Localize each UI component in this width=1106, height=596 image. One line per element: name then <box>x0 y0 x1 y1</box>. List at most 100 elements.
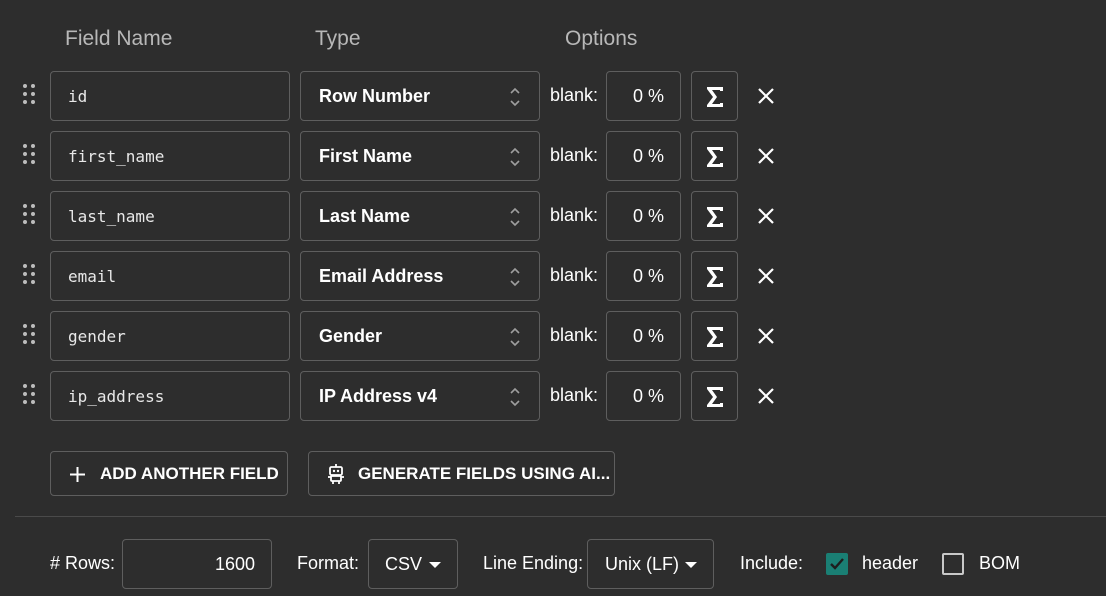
blank-percent-value: 0 % <box>632 386 664 406</box>
field-type-select[interactable]: IP Address v4 <box>300 371 540 421</box>
add-another-field-label: ADD ANOTHER FIELD <box>100 464 279 483</box>
column-header-type: Type <box>315 27 361 50</box>
field-type-value: Last Name <box>319 206 411 226</box>
rows-count-value: 1600 <box>214 554 255 574</box>
blank-percent-value: 0 % <box>632 326 664 346</box>
formula-button[interactable] <box>691 71 738 121</box>
sigma-icon <box>707 147 723 167</box>
checkmark-icon <box>830 558 844 570</box>
select-arrows-icon <box>510 387 520 407</box>
drag-handle-icon[interactable] <box>23 144 37 166</box>
blank-percent-value: 0 % <box>632 86 664 106</box>
drag-handle-icon[interactable] <box>23 324 37 346</box>
header-checkbox[interactable] <box>826 553 848 575</box>
field-row: email Email Address blank: 0 % <box>0 251 800 301</box>
drag-handle-icon[interactable] <box>23 384 37 406</box>
dropdown-arrow-icon <box>429 562 441 568</box>
field-type-value: First Name <box>319 146 413 166</box>
field-name-input[interactable]: id <box>50 71 290 121</box>
field-type-value: Row Number <box>319 86 431 106</box>
field-type-select[interactable]: Last Name <box>300 191 540 241</box>
formula-button[interactable] <box>691 311 738 361</box>
field-row: ip_address IP Address v4 blank: 0 % <box>0 371 800 421</box>
drag-handle-icon[interactable] <box>23 204 37 226</box>
blank-percent-input[interactable]: 0 % <box>606 131 681 181</box>
remove-field-close-icon[interactable] <box>756 206 776 226</box>
column-header-field-name: Field Name <box>65 27 173 50</box>
sigma-icon <box>707 327 723 347</box>
formula-button[interactable] <box>691 131 738 181</box>
field-type-select[interactable]: Email Address <box>300 251 540 301</box>
section-divider <box>15 516 1106 517</box>
blank-percent-input[interactable]: 0 % <box>606 311 681 361</box>
blank-label: blank: <box>550 265 599 285</box>
field-name-input[interactable]: email <box>50 251 290 301</box>
header-checkbox-label: header <box>862 553 919 573</box>
blank-percent-value: 0 % <box>632 266 664 286</box>
field-type-value: Email Address <box>319 266 444 286</box>
select-arrows-icon <box>510 87 520 107</box>
field-row: id Row Number blank: 0 % <box>0 71 800 121</box>
formula-button[interactable] <box>691 371 738 421</box>
field-row: first_name First Name blank: 0 % <box>0 131 800 181</box>
remove-field-close-icon[interactable] <box>756 266 776 286</box>
select-arrows-icon <box>510 327 520 347</box>
formula-button[interactable] <box>691 251 738 301</box>
field-type-select[interactable]: Gender <box>300 311 540 361</box>
rows-label: # Rows: <box>50 553 116 573</box>
field-row: last_name Last Name blank: 0 % <box>0 191 800 241</box>
rows-count-input[interactable]: 1600 <box>122 539 272 589</box>
blank-percent-input[interactable]: 0 % <box>606 251 681 301</box>
blank-label: blank: <box>550 145 599 165</box>
field-type-select[interactable]: Row Number <box>300 71 540 121</box>
line-ending-dropdown[interactable]: Unix (LF) <box>587 539 714 589</box>
field-type-value: Gender <box>319 326 383 346</box>
bom-checkbox[interactable] <box>942 553 964 575</box>
field-name-input[interactable]: gender <box>50 311 290 361</box>
field-name-value: last_name <box>68 207 155 226</box>
blank-percent-value: 0 % <box>632 206 664 226</box>
blank-label: blank: <box>550 205 599 225</box>
remove-field-close-icon[interactable] <box>756 86 776 106</box>
line-ending-label: Line Ending: <box>483 553 584 573</box>
field-name-value: id <box>68 87 88 106</box>
add-another-field-button[interactable]: ADD ANOTHER FIELD <box>50 451 288 496</box>
format-dropdown[interactable]: CSV <box>368 539 458 589</box>
formula-button[interactable] <box>691 191 738 241</box>
field-type-select[interactable]: First Name <box>300 131 540 181</box>
field-name-input[interactable]: ip_address <box>50 371 290 421</box>
blank-label: blank: <box>550 325 599 345</box>
blank-label: blank: <box>550 85 599 105</box>
field-name-input[interactable]: last_name <box>50 191 290 241</box>
select-arrows-icon <box>510 147 520 167</box>
field-name-input[interactable]: first_name <box>50 131 290 181</box>
remove-field-close-icon[interactable] <box>756 146 776 166</box>
drag-handle-icon[interactable] <box>23 264 37 286</box>
remove-field-close-icon[interactable] <box>756 386 776 406</box>
blank-percent-input[interactable]: 0 % <box>606 71 681 121</box>
drag-handle-icon[interactable] <box>23 84 37 106</box>
generate-fields-ai-button[interactable]: GENERATE FIELDS USING AI... <box>308 451 615 496</box>
field-name-value: first_name <box>68 147 165 166</box>
sigma-icon <box>707 267 723 287</box>
remove-field-close-icon[interactable] <box>756 326 776 346</box>
blank-percent-value: 0 % <box>632 146 664 166</box>
field-name-value: gender <box>68 327 126 346</box>
format-label: Format: <box>297 553 360 573</box>
blank-percent-input[interactable]: 0 % <box>606 191 681 241</box>
select-arrows-icon <box>510 267 520 287</box>
include-label: Include: <box>740 553 804 573</box>
sigma-icon <box>707 87 723 107</box>
field-name-value: email <box>68 267 117 286</box>
dropdown-arrow-icon <box>685 562 697 568</box>
blank-percent-input[interactable]: 0 % <box>606 371 681 421</box>
line-ending-value: Unix (LF) <box>605 554 680 574</box>
sigma-icon <box>707 207 723 227</box>
plus-icon <box>70 467 85 482</box>
generate-fields-ai-label: GENERATE FIELDS USING AI... <box>358 464 611 483</box>
format-value: CSV <box>385 554 423 574</box>
robot-icon <box>328 464 344 484</box>
field-row: gender Gender blank: 0 % <box>0 311 800 361</box>
column-header-options: Options <box>565 27 638 50</box>
bom-checkbox-label: BOM <box>979 553 1021 573</box>
